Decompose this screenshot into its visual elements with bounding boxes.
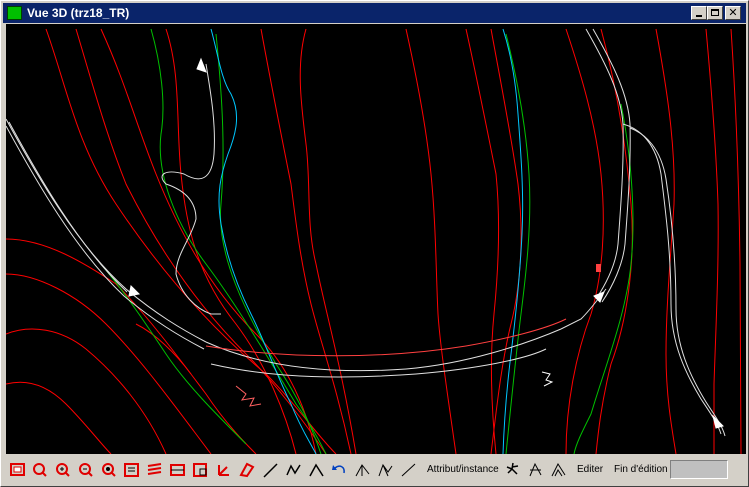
minimize-icon (696, 15, 702, 17)
zoom-window-icon[interactable] (9, 461, 26, 479)
zoom-previous-icon[interactable] (100, 461, 117, 479)
layers-icon[interactable] (146, 461, 163, 479)
arc-highlight (205, 318, 567, 357)
3d-viewport[interactable] (6, 24, 746, 454)
river-line (210, 28, 524, 454)
editer-button[interactable]: Editer (577, 464, 603, 476)
contour-lines (6, 28, 742, 454)
terrain-drawing (6, 28, 742, 454)
edit-3d-icon[interactable] (238, 461, 255, 479)
maximize-button[interactable] (707, 6, 723, 20)
maximize-icon (711, 9, 719, 16)
elevation-b-icon[interactable] (377, 461, 394, 479)
status-field (670, 460, 728, 479)
minimize-button[interactable] (691, 6, 707, 20)
polyline-icon[interactable] (285, 461, 302, 479)
attribut-instance-button[interactable]: Attribut/instance (427, 464, 499, 476)
axes-icon[interactable] (215, 461, 232, 479)
line-icon[interactable] (262, 461, 279, 479)
grid-icon[interactable] (192, 461, 209, 479)
window-title: Vue 3D (trz18_TR) (27, 6, 130, 20)
fin-edition-button[interactable]: Fin d'édition (614, 464, 668, 476)
zoom-minus-icon[interactable] (77, 461, 94, 479)
app-icon (7, 6, 22, 20)
walker-icon[interactable] (504, 461, 521, 479)
close-icon: ✕ (728, 6, 738, 19)
elevation-a-icon[interactable] (354, 461, 371, 479)
section-icon[interactable] (169, 461, 186, 479)
toolbar: Attribut/instance Editer Fin d'édition (6, 458, 746, 484)
vue-3d-window: Vue 3D (trz18_TR) ✕ Attribut/instance Ed… (0, 0, 749, 487)
annotation-scribble (235, 385, 262, 407)
zoom-extents-icon[interactable] (123, 461, 140, 479)
slope-icon[interactable] (400, 461, 417, 479)
roof-icon[interactable] (308, 461, 325, 479)
undo-icon[interactable] (331, 461, 348, 479)
contour-lines-green (100, 28, 634, 454)
selected-marker (596, 264, 601, 272)
annotation-glyph (541, 371, 554, 387)
measure-icon[interactable] (527, 461, 544, 479)
zoom-in-icon[interactable] (31, 461, 48, 479)
profile-icon[interactable] (550, 461, 567, 479)
title-bar[interactable]: Vue 3D (trz18_TR) ✕ (3, 3, 746, 23)
zoom-plus-icon[interactable] (54, 461, 71, 479)
close-button[interactable]: ✕ (725, 6, 741, 20)
